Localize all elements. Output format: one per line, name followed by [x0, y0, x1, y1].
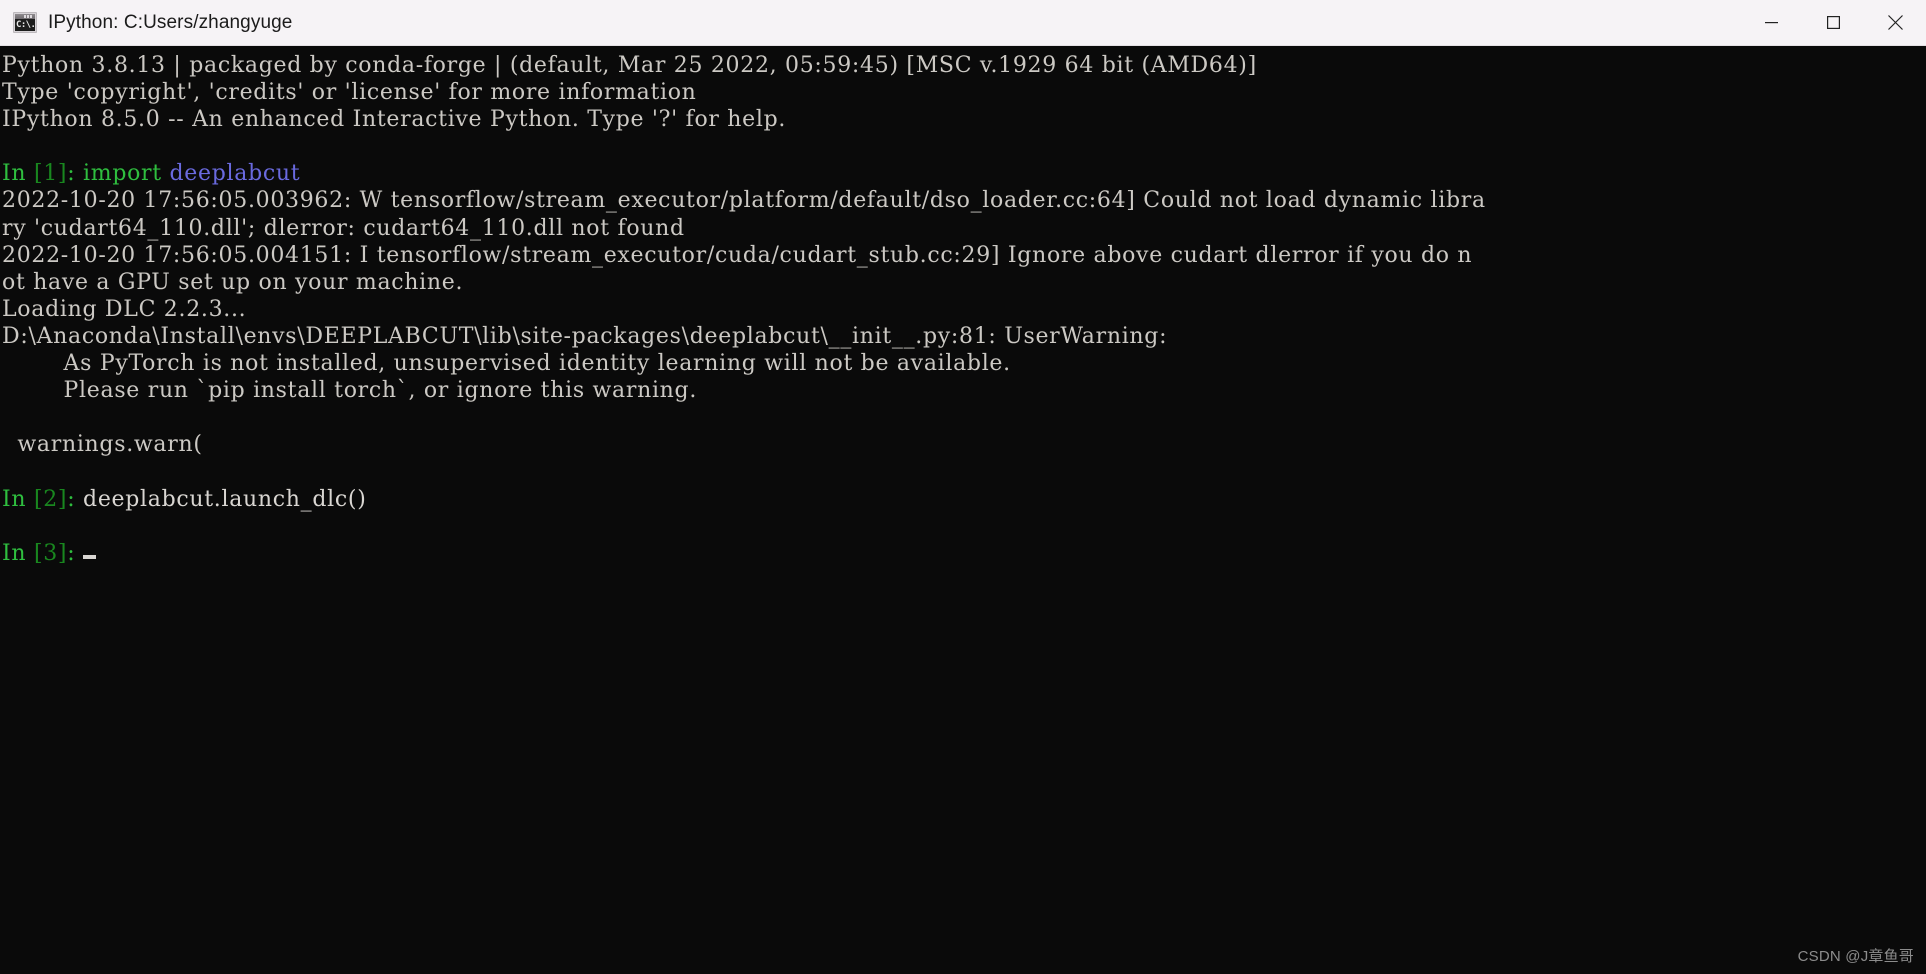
terminal-line-list: Python 3.8.13 | packaged by conda-forge …: [0, 52, 1926, 567]
terminal-line-text: Type 'copyright', 'credits' or 'license'…: [2, 80, 697, 106]
terminal-line-userwarning-body-1: As PyTorch is not installed, unsupervise…: [2, 350, 1926, 377]
terminal-line-blank-2: [2, 404, 1926, 431]
terminal-line-warnings-warn: warnings.warn(: [2, 431, 1926, 458]
prompt-number: [3]: [33, 540, 68, 566]
terminal-line-tf-warn-2b: ot have a GPU set up on your machine.: [2, 269, 1926, 296]
prompt-number: [1]: [33, 161, 68, 187]
text-cursor: [83, 554, 97, 559]
terminal-line-text: warnings.warn(: [2, 432, 203, 458]
terminal-line-text: ot have a GPU set up on your machine.: [2, 269, 464, 295]
terminal-line-text: Please run `pip install torch`, or ignor…: [2, 378, 698, 404]
code-text: deeplabcut.launch_dlc(): [83, 486, 367, 512]
minimize-button[interactable]: [1740, 0, 1802, 46]
code-keyword: import: [83, 161, 170, 187]
terminal-line-loading: Loading DLC 2.2.3...: [2, 296, 1926, 323]
terminal-line-tf-warn-2a: 2022-10-20 17:56:05.004151: I tensorflow…: [2, 242, 1926, 269]
code-module: deeplabcut: [169, 161, 301, 187]
prompt-label: In: [2, 540, 34, 566]
icon-prompt-glyph: C:\.: [15, 19, 36, 31]
maximize-button[interactable]: [1802, 0, 1864, 46]
terminal-line-blank-4: [2, 513, 1926, 540]
maximize-icon: [1826, 16, 1840, 29]
prompt-label: In: [2, 161, 34, 187]
terminal-line-blank-3: [2, 458, 1926, 485]
window-titlebar[interactable]: C:\. IPython: C:Users/zhangyuge: [0, 0, 1926, 46]
terminal-line-text: ry 'cudart64_110.dll'; dlerror: cudart64…: [2, 215, 685, 241]
prompt-colon: :: [67, 161, 84, 187]
terminal-line-userwarning-path: D:\Anaconda\Install\envs\DEEPLABCUT\lib\…: [2, 323, 1926, 350]
close-button[interactable]: [1864, 0, 1926, 46]
command-prompt-icon: C:\.: [13, 12, 37, 33]
terminal-line-banner-1: Python 3.8.13 | packaged by conda-forge …: [2, 52, 1926, 79]
terminal-line-text: Loading DLC 2.2.3...: [2, 296, 247, 322]
prompt-colon: :: [67, 540, 84, 566]
terminal-line-text: D:\Anaconda\Install\envs\DEEPLABCUT\lib\…: [2, 323, 1168, 349]
ipython-window: C:\. IPython: C:Users/zhangyuge Python 3…: [0, 0, 1926, 974]
terminal-line-prompt-1: In [1]: import deeplabcut: [2, 160, 1926, 187]
terminal-line-blank-1: [2, 133, 1926, 160]
icon-window-buttons: [24, 14, 34, 18]
terminal-line-text: As PyTorch is not installed, unsupervise…: [2, 351, 1011, 377]
close-icon: [1887, 15, 1903, 30]
terminal-line-text: IPython 8.5.0 -- An enhanced Interactive…: [2, 107, 787, 133]
terminal-line-text: Python 3.8.13 | packaged by conda-forge …: [2, 53, 1257, 78]
terminal-line-banner-2: Type 'copyright', 'credits' or 'license'…: [2, 79, 1926, 106]
terminal-line-text: 2022-10-20 17:56:05.003962: W tensorflow…: [2, 188, 1486, 214]
titlebar-left-group: C:\. IPython: C:Users/zhangyuge: [0, 12, 1740, 34]
terminal-line-text: 2022-10-20 17:56:05.004151: I tensorflow…: [2, 242, 1473, 268]
terminal-line-tf-warn-1a: 2022-10-20 17:56:05.003962: W tensorflow…: [2, 187, 1926, 214]
terminal-line-tf-warn-1b: ry 'cudart64_110.dll'; dlerror: cudart64…: [2, 215, 1926, 242]
terminal-line-prompt-2: In [2]: deeplabcut.launch_dlc(): [2, 486, 1926, 513]
terminal-output-area[interactable]: Python 3.8.13 | packaged by conda-forge …: [0, 46, 1926, 974]
minimize-icon: [1764, 22, 1778, 24]
prompt-label: In: [2, 486, 34, 512]
prompt-colon: :: [67, 486, 84, 512]
window-controls: [1740, 0, 1926, 46]
watermark-label: CSDN @J章鱼哥: [1797, 948, 1914, 965]
terminal-line-userwarning-body-2: Please run `pip install torch`, or ignor…: [2, 377, 1926, 404]
window-title: IPython: C:Users/zhangyuge: [48, 11, 293, 33]
terminal-line-prompt-3: In [3]:: [2, 540, 1926, 567]
terminal-line-banner-3: IPython 8.5.0 -- An enhanced Interactive…: [2, 106, 1926, 133]
prompt-number: [2]: [33, 486, 68, 512]
